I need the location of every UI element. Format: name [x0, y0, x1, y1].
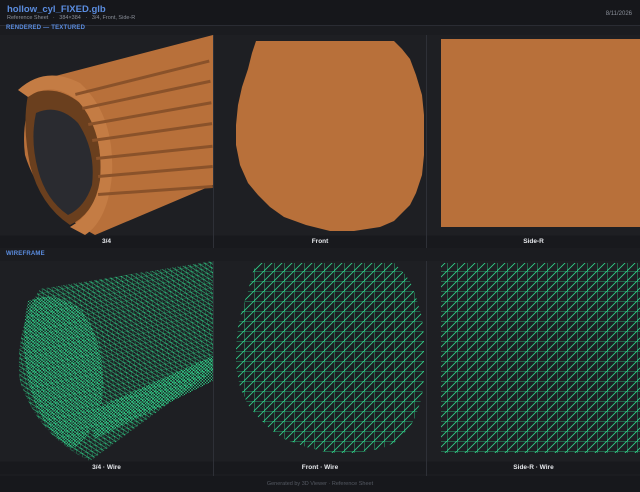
- caption-side-r-wire: Side-R · Wire: [427, 462, 640, 474]
- file-title: hollow_cyl_FIXED.glb: [7, 4, 106, 15]
- wire-side-r-image: [427, 261, 640, 461]
- caption-3-4: 3/4: [0, 236, 213, 248]
- render-3-4-image: [0, 35, 213, 235]
- caption-front-wire: Front · Wire: [214, 462, 426, 474]
- panel-3-4-wire: [0, 261, 213, 461]
- panel-front-render: [214, 35, 426, 235]
- section-wireframe-label: WIREFRAME: [6, 251, 45, 257]
- panel-front-wire: [214, 261, 426, 461]
- panel-side-r-wire: [427, 261, 640, 461]
- render-front-image: [214, 35, 426, 235]
- header: hollow_cyl_FIXED.glb Reference Sheet · 3…: [0, 0, 640, 26]
- panel-3-4-render: [0, 35, 213, 235]
- panel-side-r-render: [427, 35, 640, 235]
- caption-side-r: Side-R: [427, 236, 640, 248]
- footer-text: Generated by 3D Viewer · Reference Sheet: [0, 476, 640, 492]
- date-label: 8/11/2026: [605, 11, 632, 17]
- wire-3-4-image: [0, 261, 213, 461]
- sheet-subtitle: Reference Sheet · 384×384 · 3/4, Front, …: [7, 15, 136, 21]
- section-rendered-label: RENDERED — TEXTURED: [6, 25, 86, 31]
- caption-front: Front: [214, 236, 426, 248]
- render-side-r-image: [427, 35, 640, 235]
- caption-3-4-wire: 3/4 · Wire: [0, 462, 213, 474]
- wire-front-image: [214, 261, 426, 461]
